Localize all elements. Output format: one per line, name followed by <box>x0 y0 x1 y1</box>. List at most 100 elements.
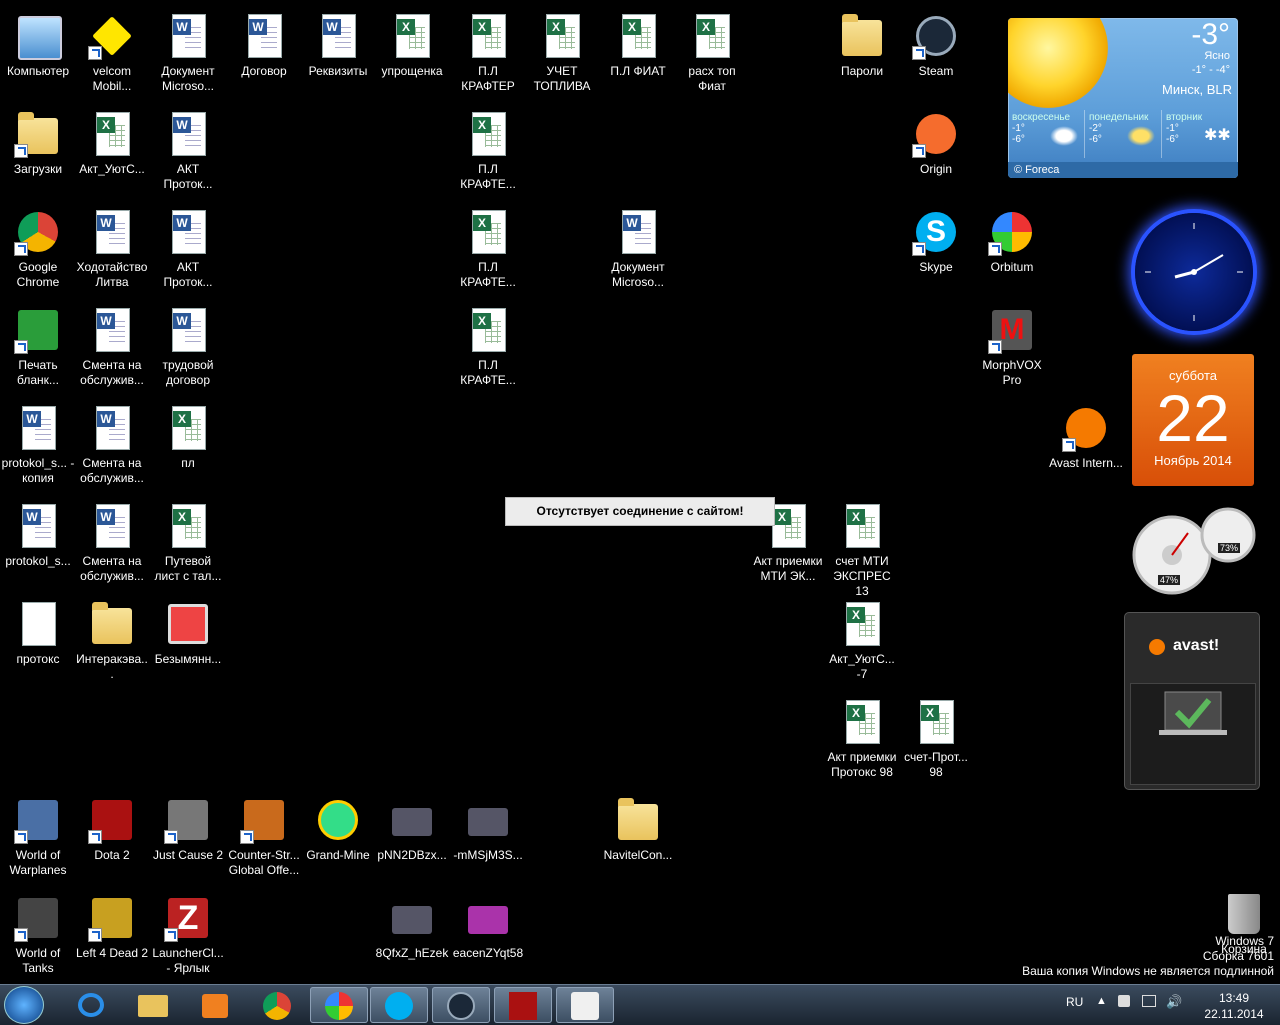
desktop-icon-label: Orbitum <box>990 260 1034 274</box>
desktop-icon[interactable]: pNN2DBzx... <box>374 792 450 888</box>
calendar-gadget[interactable]: суббота 22 Ноябрь 2014 <box>1132 354 1254 486</box>
taskbar-ie-button[interactable] <box>62 987 120 1023</box>
desktop-icon[interactable]: M MorphVOX Pro <box>974 302 1050 398</box>
desktop-icon[interactable]: Xсчет-Прот... 98 <box>898 694 974 790</box>
desktop-icon-label: П.Л КРАФТЕ... <box>460 260 516 289</box>
desktop-icon[interactable]: протокс <box>0 596 76 692</box>
desktop-icon[interactable]: X Акт_УютС... -7 <box>824 596 900 692</box>
desktop-icon[interactable]: W Документ Microso... <box>150 8 226 104</box>
desktop-icon-label: protokol_s... <box>5 554 71 568</box>
weather-footer[interactable]: © Foreca <box>1008 162 1238 178</box>
desktop-icon[interactable]: X П.Л КРАФТЕ... <box>450 106 526 202</box>
desktop-icon[interactable]: Z LauncherCl... - Ярлык <box>150 890 226 986</box>
taskbar-steam-button[interactable] <box>432 987 490 1023</box>
desktop-icon[interactable]: W Документ Microso... <box>600 204 676 300</box>
desktop-icon[interactable]: Orbitum <box>974 204 1050 300</box>
desktop-icon-label: Avast Intern... <box>1049 456 1123 470</box>
word-document-icon: W <box>164 12 212 60</box>
desktop-icon[interactable]: Xрасх топ Фиат <box>674 8 750 104</box>
desktop-icon[interactable]: Xпл <box>150 400 226 496</box>
volume-icon[interactable]: 🔊 <box>1166 994 1182 1010</box>
desktop-icon[interactable]: Печать бланк... <box>0 302 76 398</box>
network-icon[interactable] <box>1142 995 1156 1007</box>
calendar-month: Ноябрь 2014 <box>1154 453 1232 468</box>
taskbar-orbitum-button[interactable] <box>310 987 368 1023</box>
desktop-icon[interactable]: W Смента на обслужив... <box>74 400 150 496</box>
desktop-icon[interactable]: Left 4 Dead 2 <box>74 890 150 986</box>
taskbar-explorer-button[interactable] <box>124 987 182 1023</box>
desktop-icon[interactable]: X Путевой лист с тал... <box>150 498 226 594</box>
connection-error-tooltip: Отсутствует соединение с сайтом! <box>505 497 775 526</box>
cpu-meter-gadget[interactable]: 47% 73% <box>1130 505 1258 595</box>
desktop-icon[interactable]: X Акт приемки Протокс 98 <box>824 694 900 790</box>
desktop-icon[interactable]: Xсчет МТИ ЭКСПРЕС 13 <box>824 498 900 598</box>
dota-icon <box>509 992 537 1020</box>
desktop-icon[interactable]: Dota 2 <box>74 792 150 888</box>
desktop-icon[interactable]: Google Chrome <box>0 204 76 300</box>
desktop-icon[interactable]: W АКТ Проток... <box>150 204 226 300</box>
desktop-icon[interactable]: Just Cause 2 <box>150 792 226 888</box>
desktop-icon-label: Компьютер <box>6 64 70 78</box>
desktop-icon[interactable]: W Договор <box>226 8 302 104</box>
desktop-icon[interactable]: eacenZYqt58 <box>450 890 526 986</box>
desktop-icon[interactable]: World of Tanks <box>0 890 76 986</box>
taskbar-chrome-button[interactable] <box>248 987 306 1023</box>
desktop-icon[interactable]: X П.Л КРАФТЕР <box>450 8 526 104</box>
desktop-icon[interactable]: Grand-Mine <box>300 792 376 888</box>
desktop-icon[interactable]: W Смента на обслужив... <box>74 498 150 594</box>
desktop-icon[interactable]: NavitelCon... <box>600 792 676 888</box>
desktop-icon[interactable]: Xупрощенка <box>374 8 450 104</box>
desktop-icon[interactable]: Counter-Str... Global Offe... <box>226 792 302 888</box>
desktop-icon[interactable]: W Реквизиты <box>300 8 376 104</box>
desktop-icon[interactable]: Интеракэва... <box>74 596 150 692</box>
shortcut-arrow-icon <box>988 340 1002 354</box>
desktop-icon-label: Печать бланк... <box>17 358 59 387</box>
desktop-icon[interactable]: Wprotokol_s... - копия <box>0 400 76 496</box>
desktop-icon[interactable]: X УЧЕТ ТОПЛИВА <box>524 8 600 104</box>
word-document-icon: W <box>14 502 62 550</box>
action-center-flag-icon[interactable] <box>1118 995 1130 1007</box>
desktop-icon[interactable]: Origin <box>898 106 974 202</box>
desktop-icon[interactable]: Безымянн... <box>150 596 226 692</box>
shortcut-arrow-icon <box>14 830 28 844</box>
image-file-icon <box>464 894 512 942</box>
avast-logo-text: avast! <box>1173 637 1220 654</box>
image-file-icon <box>388 796 436 844</box>
desktop-icon[interactable]: Wprotokol_s... <box>0 498 76 594</box>
desktop-icon[interactable]: Steam <box>898 8 974 104</box>
desktop-icon[interactable]: velcom Mobil... <box>74 8 150 104</box>
desktop-icon[interactable]: Загрузки <box>0 106 76 202</box>
desktop-icon[interactable]: Компьютер <box>0 8 76 104</box>
desktop-icon[interactable]: X Акт_УютС... <box>74 106 150 202</box>
desktop-icon[interactable]: W Смента на обслужив... <box>74 302 150 398</box>
desktop-icon[interactable]: X П.Л ФИАТ <box>600 8 676 104</box>
start-button[interactable] <box>4 986 44 1024</box>
excel-document-icon: X <box>464 110 512 158</box>
show-hidden-icons-button[interactable]: ▲ <box>1096 995 1107 1007</box>
taskbar-java-button[interactable] <box>556 987 614 1023</box>
desktop-icon[interactable]: Avast Intern... <box>1048 400 1124 496</box>
desktop-icon[interactable]: -mMSjM3S... <box>450 792 526 888</box>
avast-gadget[interactable]: avast! <box>1124 612 1260 790</box>
desktop-icon[interactable]: S Skype <box>898 204 974 300</box>
desktop-icon[interactable]: World of Warplanes <box>0 792 76 888</box>
clock-tray[interactable]: 13:49 22.11.2014 <box>1194 990 1274 1022</box>
desktop-icon-label: 8QfxZ_hEzek <box>375 946 449 960</box>
taskbar-media-player-button[interactable] <box>186 987 244 1023</box>
desktop-icon[interactable]: X П.Л КРАФТЕ... <box>450 302 526 398</box>
language-indicator[interactable]: RU <box>1066 995 1083 1009</box>
calendar-day: 22 <box>1156 381 1230 455</box>
desktop-icon[interactable]: X П.Л КРАФТЕ... <box>450 204 526 300</box>
desktop-icon[interactable]: W АКТ Проток... <box>150 106 226 202</box>
taskbar-skype-button[interactable] <box>370 987 428 1023</box>
desktop-icon[interactable]: Wтрудовой договор <box>150 302 226 398</box>
desktop-icon[interactable]: 8QfxZ_hEzek <box>374 890 450 986</box>
clock-gadget[interactable] <box>1135 213 1253 331</box>
forecast-day-name: понедельник <box>1089 112 1149 123</box>
taskbar-dota-button[interactable] <box>494 987 552 1023</box>
weather-gadget[interactable]: -3° Ясно -1° - -4° Минск, BLR воскресень… <box>1008 18 1238 178</box>
desktop-icon-label: World of Tanks <box>15 946 61 975</box>
desktop-icon[interactable]: Пароли <box>824 8 900 104</box>
shortcut-arrow-icon <box>988 242 1002 256</box>
desktop-icon[interactable]: W Ходотайство Литва <box>74 204 150 300</box>
